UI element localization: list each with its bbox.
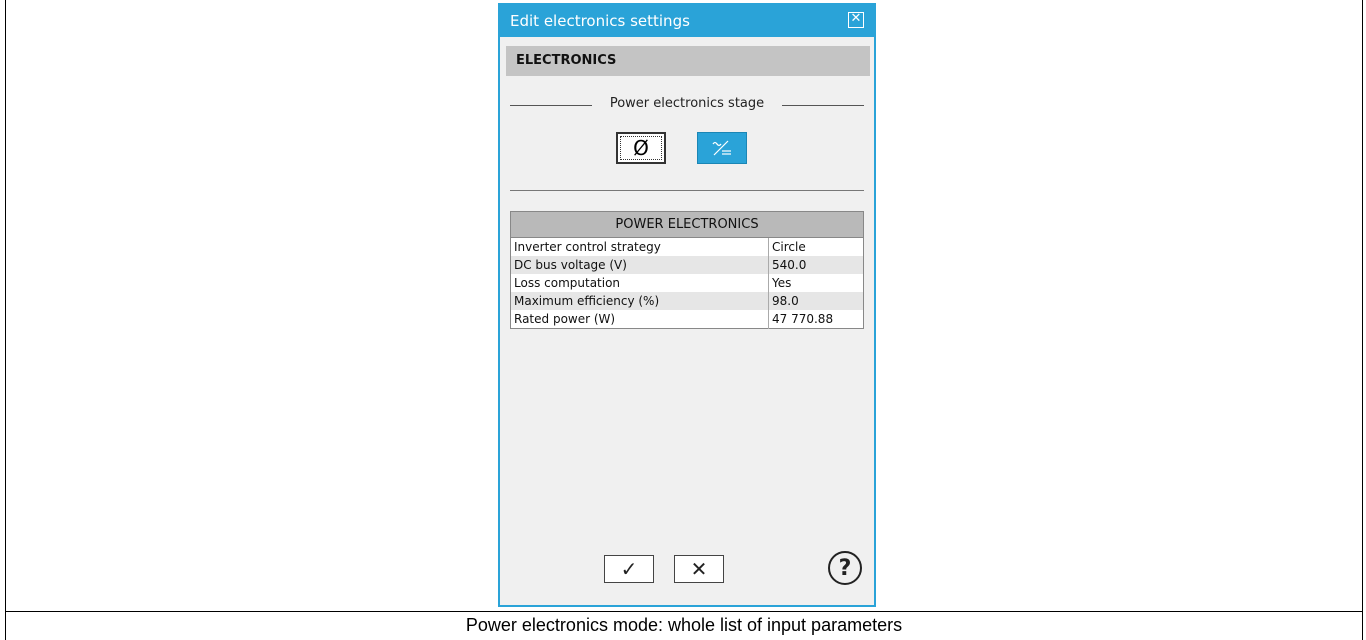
cross-icon: ✕ — [690, 557, 708, 581]
param-value[interactable]: 47 770.88 — [768, 310, 864, 329]
section-header: ELECTRONICS — [506, 46, 870, 76]
help-icon: ? — [838, 555, 852, 581]
param-label: DC bus voltage (V) — [510, 256, 769, 274]
stage-label: Power electronics stage — [607, 96, 767, 111]
ac-dc-icon — [712, 140, 731, 156]
figure-caption: Power electronics mode: whole list of in… — [5, 611, 1363, 640]
param-label: Inverter control strategy — [510, 237, 769, 256]
stage-ac-dc-button[interactable] — [697, 132, 747, 164]
dialog-title: Edit electronics settings — [510, 12, 690, 30]
param-value[interactable]: Circle — [768, 237, 864, 256]
stage-label-wrap: Power electronics stage — [500, 96, 874, 111]
edit-electronics-dialog: Edit electronics settings ✕ ELECTRONICS … — [498, 3, 876, 607]
table-row: Maximum efficiency (%) 98.0 — [510, 292, 864, 310]
power-electronics-table: POWER ELECTRONICS Inverter control strat… — [510, 211, 864, 329]
table-row: Rated power (W) 47 770.88 — [510, 310, 864, 329]
close-icon[interactable]: ✕ — [848, 12, 864, 28]
check-icon: ✓ — [620, 557, 638, 581]
table-row: DC bus voltage (V) 540.0 — [510, 256, 864, 274]
section-divider — [510, 190, 864, 191]
dialog-titlebar: Edit electronics settings ✕ — [500, 5, 874, 37]
param-value[interactable]: 540.0 — [768, 256, 864, 274]
stage-none-button[interactable]: Ø — [616, 132, 666, 164]
help-button[interactable]: ? — [828, 551, 862, 585]
param-label: Rated power (W) — [510, 310, 769, 329]
table-row: Loss computation Yes — [510, 274, 864, 292]
none-icon: Ø — [633, 136, 649, 160]
param-value[interactable]: 98.0 — [768, 292, 864, 310]
cancel-button[interactable]: ✕ — [674, 555, 724, 583]
param-label: Maximum efficiency (%) — [510, 292, 769, 310]
param-label: Loss computation — [510, 274, 769, 292]
table-row: Inverter control strategy Circle — [510, 237, 864, 256]
table-header: POWER ELECTRONICS — [510, 211, 864, 238]
ok-button[interactable]: ✓ — [604, 555, 654, 583]
param-value[interactable]: Yes — [768, 274, 864, 292]
